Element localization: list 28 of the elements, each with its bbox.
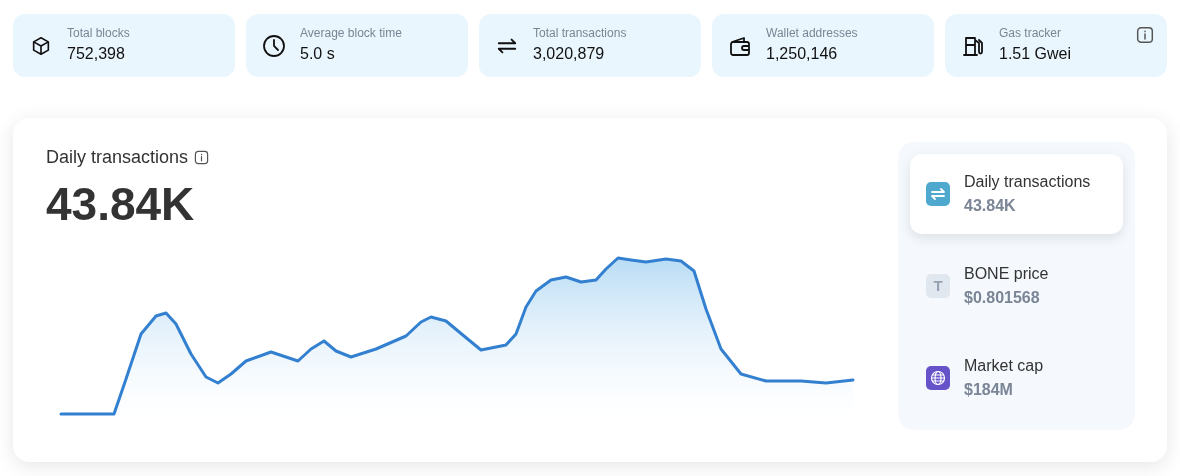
info-icon[interactable] — [1136, 26, 1154, 44]
stat-value: 5.0 s — [300, 44, 336, 64]
arrows-icon — [926, 182, 950, 206]
metric-item[interactable]: Daily transactions 43.84K — [910, 154, 1123, 234]
stat-label: Average block time — [300, 26, 402, 41]
stat-value: 3,020,879 — [533, 44, 606, 64]
stat-label: Total blocks — [67, 26, 130, 41]
metric-label: Market cap — [964, 356, 1044, 376]
stat-value: 1,250,146 — [766, 44, 839, 64]
stat-label: Total transactions — [533, 26, 627, 41]
stat-value: 1.51 Gwei — [999, 44, 1072, 64]
metric-item[interactable]: Market cap $184M — [910, 338, 1123, 418]
chart-title: Daily transactions — [46, 146, 189, 169]
metric-value: $0.801568 — [964, 288, 1041, 308]
cube-icon — [30, 34, 52, 57]
chart-value: 43.84K — [46, 181, 196, 227]
stat-value: 752,398 — [67, 44, 126, 64]
info-icon[interactable] — [194, 150, 210, 165]
metric-value: $184M — [964, 380, 1014, 400]
metric-label: BONE price — [964, 264, 1049, 284]
metric-value: 43.84K — [964, 196, 1017, 216]
token-icon: T — [926, 274, 950, 298]
clock-icon — [262, 33, 286, 58]
stat-label: Gas tracker — [999, 26, 1062, 41]
metric-label: Daily transactions — [964, 172, 1091, 192]
globe-icon — [926, 366, 950, 390]
metric-item[interactable]: T BONE price $0.801568 — [910, 246, 1123, 326]
stat-label: Wallet addresses — [766, 26, 858, 41]
